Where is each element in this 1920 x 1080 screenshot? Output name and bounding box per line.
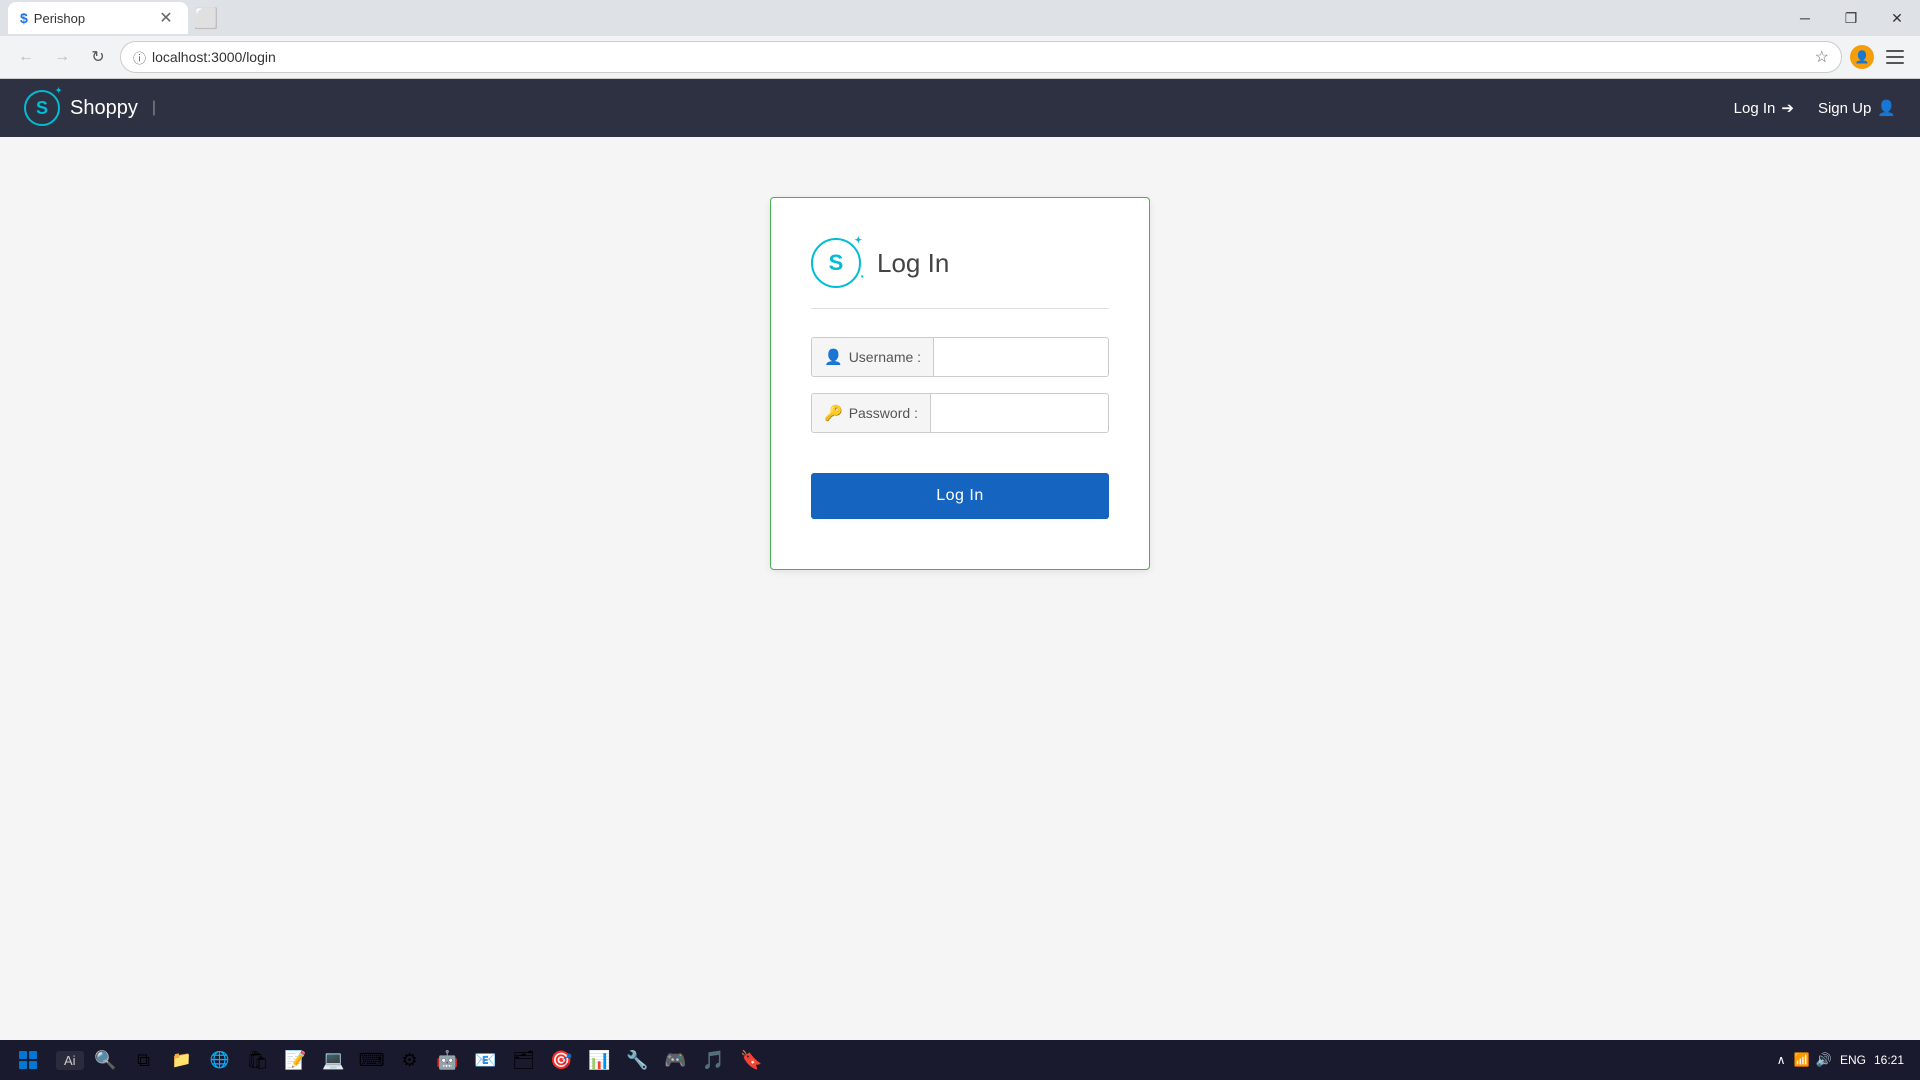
volume-icon: 🔊	[1816, 1052, 1832, 1068]
signup-icon: 👤	[1877, 99, 1896, 117]
login-icon: ➔	[1781, 99, 1794, 117]
nav-login-link[interactable]: Log In ➔	[1734, 99, 1794, 117]
address-bar-container: ⓘ ☆	[120, 41, 1842, 73]
taskbar-search[interactable]: 🔍	[88, 1042, 124, 1078]
logo-icon: S	[24, 90, 60, 126]
taskbar-app-2[interactable]: 🗂	[506, 1042, 542, 1078]
username-input-wrapper: 👤 Username :	[811, 337, 1109, 377]
start-button[interactable]	[8, 1042, 48, 1078]
app-logo: S Shoppy |	[24, 90, 156, 126]
profile-icon[interactable]: 👤	[1850, 45, 1874, 69]
back-button[interactable]: ←	[12, 43, 40, 71]
main-content: S Log In 👤 Username : 🔑 Password :	[0, 137, 1920, 1041]
taskbar-items: 🔍 ⧉ 📁 🌐 🛍 📝 💻 ⌨ ⚙ 🤖 📧 🗂 🎯 📊 🔧 🎮 🎵 🔖	[88, 1042, 1773, 1078]
tab-bar: $ Perishop ✕ ⬜ ─ ❐ ✕	[0, 0, 1920, 36]
username-label: Username :	[849, 349, 921, 365]
taskbar-app-6[interactable]: 🎮	[658, 1042, 694, 1078]
taskbar-terminal[interactable]: ⌨	[354, 1042, 390, 1078]
card-logo-icon: S	[811, 238, 861, 288]
taskbar-store[interactable]: 🛍	[240, 1042, 276, 1078]
wifi-icon: 📶	[1794, 1052, 1810, 1068]
taskbar-app-3[interactable]: 🎯	[544, 1042, 580, 1078]
taskbar-task-view[interactable]: ⧉	[126, 1042, 162, 1078]
app-header: S Shoppy | Log In ➔ Sign Up 👤	[0, 79, 1920, 137]
taskbar-code[interactable]: 💻	[316, 1042, 352, 1078]
login-card-header: S Log In	[811, 238, 1109, 309]
login-submit-button[interactable]: Log In	[811, 473, 1109, 519]
tab-close-button[interactable]: ✕	[156, 8, 176, 28]
address-bar-right: ☆	[1815, 47, 1829, 67]
taskbar-files[interactable]: 📁	[164, 1042, 200, 1078]
taskbar-ai-label[interactable]: Ai	[56, 1051, 84, 1070]
key-icon: 🔑	[824, 404, 843, 422]
username-label-box: 👤 Username :	[812, 338, 934, 376]
browser-controls: ← → ↻ ⓘ ☆ 👤	[0, 36, 1920, 78]
password-input-wrapper: 🔑 Password :	[811, 393, 1109, 433]
taskbar-editor[interactable]: 📝	[278, 1042, 314, 1078]
password-label: Password :	[849, 405, 918, 421]
login-card: S Log In 👤 Username : 🔑 Password :	[770, 197, 1150, 570]
tab-title: Perishop	[34, 11, 150, 26]
nav-signup-link[interactable]: Sign Up 👤	[1818, 99, 1896, 117]
address-bar[interactable]	[152, 49, 1809, 65]
browser-chrome: $ Perishop ✕ ⬜ ─ ❐ ✕ ← → ↻ ⓘ	[0, 0, 1920, 79]
taskbar-app-1[interactable]: 📧	[468, 1042, 504, 1078]
taskbar-app-8[interactable]: 🔖	[734, 1042, 770, 1078]
taskbar-tray: ∧ 📶 🔊 ENG 16:21	[1777, 1052, 1912, 1069]
username-field-group: 👤 Username :	[811, 337, 1109, 377]
window-controls: ─ ❐ ✕	[1782, 0, 1920, 36]
browser-menu-button[interactable]	[1882, 46, 1908, 68]
login-title: Log In	[877, 248, 949, 279]
app-name: Shoppy	[70, 97, 138, 120]
tray-clock[interactable]: 16:21	[1874, 1052, 1904, 1069]
logo-divider: |	[152, 99, 156, 117]
taskbar: Ai 🔍 ⧉ 📁 🌐 🛍 📝 💻 ⌨ ⚙ 🤖 📧 🗂 🎯 📊 🔧 🎮 🎵 🔖 ∧…	[0, 1040, 1920, 1080]
taskbar-app-5[interactable]: 🔧	[620, 1042, 656, 1078]
taskbar-browser[interactable]: 🌐	[202, 1042, 238, 1078]
browser-tab[interactable]: $ Perishop ✕	[8, 2, 188, 34]
tray-arrow-icon[interactable]: ∧	[1777, 1053, 1786, 1067]
tab-favicon-icon: $	[20, 10, 28, 26]
taskbar-app-4[interactable]: 📊	[582, 1042, 618, 1078]
close-button[interactable]: ✕	[1874, 0, 1920, 36]
app-nav: Log In ➔ Sign Up 👤	[1734, 99, 1896, 117]
username-input[interactable]	[934, 339, 1109, 375]
address-icon: ⓘ	[133, 48, 146, 67]
tray-icons: 📶 🔊	[1794, 1052, 1832, 1068]
tray-language: ENG	[1840, 1053, 1866, 1067]
taskbar-app-7[interactable]: 🎵	[696, 1042, 732, 1078]
taskbar-settings[interactable]: ⚙	[392, 1042, 428, 1078]
password-label-box: 🔑 Password :	[812, 394, 931, 432]
forward-button[interactable]: →	[48, 43, 76, 71]
bookmark-icon[interactable]: ☆	[1815, 47, 1829, 67]
new-tab-button[interactable]: ⬜	[192, 4, 220, 32]
password-input[interactable]	[931, 395, 1109, 431]
refresh-button[interactable]: ↻	[84, 43, 112, 71]
restore-button[interactable]: ❐	[1828, 0, 1874, 36]
password-field-group: 🔑 Password :	[811, 393, 1109, 433]
minimize-button[interactable]: ─	[1782, 0, 1828, 36]
taskbar-android[interactable]: 🤖	[430, 1042, 466, 1078]
user-icon: 👤	[824, 348, 843, 366]
